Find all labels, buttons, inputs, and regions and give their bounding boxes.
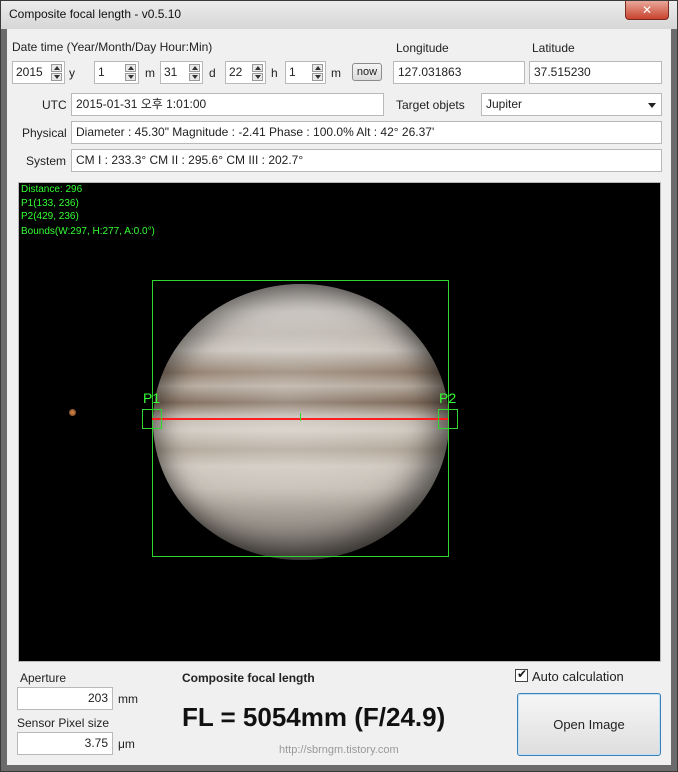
aperture-unit: mm bbox=[118, 692, 138, 706]
day-value: 31 bbox=[164, 65, 178, 79]
center-tick bbox=[300, 413, 301, 421]
minute-down-icon[interactable] bbox=[312, 73, 323, 81]
physical-label: Physical bbox=[22, 126, 67, 140]
open-image-button[interactable]: Open Image bbox=[517, 693, 661, 756]
check-icon: ✔ bbox=[517, 667, 528, 681]
chevron-down-icon bbox=[648, 103, 656, 108]
day-down-icon[interactable] bbox=[189, 73, 200, 81]
year-up-icon[interactable] bbox=[51, 64, 62, 72]
day-unit: d bbox=[209, 66, 216, 80]
minute-up-icon[interactable] bbox=[312, 64, 323, 72]
p1-handle[interactable] bbox=[142, 409, 162, 429]
target-label: Target objets bbox=[396, 98, 465, 112]
month-up-icon[interactable] bbox=[125, 64, 136, 72]
year-unit: y bbox=[69, 66, 75, 80]
sensor-label: Sensor Pixel size bbox=[17, 716, 110, 730]
latitude-label: Latitude bbox=[532, 41, 575, 55]
system-label: System bbox=[26, 154, 67, 168]
utc-label: UTC bbox=[42, 98, 67, 112]
sensor-field[interactable]: 3.75 bbox=[17, 732, 113, 755]
minute-unit: m bbox=[331, 66, 341, 80]
day-up-icon[interactable] bbox=[189, 64, 200, 72]
aperture-field[interactable]: 203 bbox=[17, 687, 113, 710]
day-stepper[interactable]: 31 bbox=[160, 61, 203, 84]
year-value: 2015 bbox=[16, 65, 43, 79]
moon-image bbox=[69, 409, 76, 416]
month-value: 1 bbox=[98, 65, 105, 79]
now-button[interactable]: now bbox=[352, 63, 382, 81]
p1-readout: P1(133, 236) bbox=[21, 198, 79, 209]
hour-unit: h bbox=[271, 66, 278, 80]
minute-stepper[interactable]: 1 bbox=[285, 61, 326, 84]
author-url[interactable]: http://sbrngm.tistory.com bbox=[279, 744, 399, 756]
image-view[interactable]: Distance: 296 P1(133, 236) P2(429, 236) … bbox=[18, 182, 661, 662]
month-unit: m bbox=[145, 66, 155, 80]
auto-calc-checkbox[interactable]: ✔ bbox=[515, 667, 528, 682]
minute-value: 1 bbox=[289, 65, 296, 79]
bounds-readout: Bounds(W:297, H:277, A:0.0°) bbox=[21, 226, 155, 237]
p2-readout: P2(429, 236) bbox=[21, 211, 79, 222]
p2-handle[interactable] bbox=[438, 409, 458, 429]
longitude-field[interactable]: 127.031863 bbox=[393, 61, 525, 84]
target-select[interactable]: Jupiter bbox=[481, 93, 662, 116]
app-window: Composite focal length - v0.5.10 ✕ Date … bbox=[0, 0, 678, 772]
month-down-icon[interactable] bbox=[125, 73, 136, 81]
main-panel: Date time (Year/Month/Day Hour:Min) 2015… bbox=[7, 29, 671, 765]
hour-value: 22 bbox=[229, 65, 243, 79]
title-bar[interactable]: Composite focal length - v0.5.10 ✕ bbox=[1, 1, 677, 29]
year-down-icon[interactable] bbox=[51, 73, 62, 81]
sensor-unit: μm bbox=[118, 737, 135, 751]
aperture-label: Aperture bbox=[20, 671, 67, 685]
focal-length-result: FL = 5054mm (F/24.9) bbox=[182, 702, 446, 732]
auto-calc-label: Auto calculation bbox=[532, 669, 624, 684]
physical-field: Diameter : 45.30" Magnitude : -2.41 Phas… bbox=[71, 121, 662, 144]
close-button[interactable]: ✕ bbox=[625, 1, 669, 20]
month-stepper[interactable]: 1 bbox=[94, 61, 139, 84]
hour-stepper[interactable]: 22 bbox=[225, 61, 266, 84]
latitude-field[interactable]: 37.515230 bbox=[529, 61, 662, 84]
system-field: CM I : 233.3° CM II : 295.6° CM III : 20… bbox=[71, 149, 662, 172]
hour-down-icon[interactable] bbox=[252, 73, 263, 81]
target-value: Jupiter bbox=[486, 97, 523, 111]
p1-label: P1 bbox=[143, 390, 161, 406]
p2-label: P2 bbox=[439, 390, 457, 406]
result-heading: Composite focal length bbox=[182, 671, 315, 685]
hour-up-icon[interactable] bbox=[252, 64, 263, 72]
year-stepper[interactable]: 2015 bbox=[12, 61, 65, 84]
distance-readout: Distance: 296 bbox=[21, 184, 83, 195]
window-title: Composite focal length - v0.5.10 bbox=[9, 7, 182, 21]
utc-field[interactable]: 2015-01-31 오후 1:01:00 bbox=[71, 93, 384, 116]
datetime-label: Date time (Year/Month/Day Hour:Min) bbox=[12, 40, 213, 54]
longitude-label: Longitude bbox=[396, 41, 449, 55]
